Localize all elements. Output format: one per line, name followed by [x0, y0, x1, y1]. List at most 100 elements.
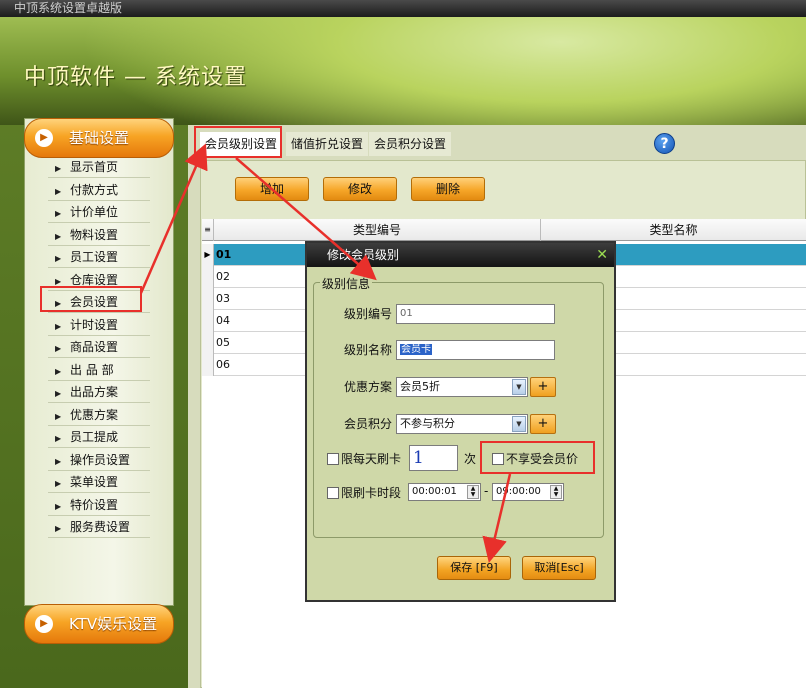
discount-label: 优惠方案 [344, 380, 393, 394]
daily-limit-checkbox[interactable] [327, 453, 339, 465]
sidebar-item[interactable]: ▶ 员工设置 [48, 248, 150, 268]
chevron-right-icon: ▶ [55, 434, 62, 443]
sidebar-item[interactable]: ▶ 计价单位 [48, 203, 150, 223]
row-code: 02 [216, 270, 230, 283]
chevron-right-icon: ▶ [55, 456, 62, 466]
level-name-field[interactable]: 会员卡 [396, 340, 555, 360]
banner-title: 中顶软件 — 系统设置 [24, 65, 247, 90]
sidebar-item[interactable]: ▶ 特价设置 [48, 496, 150, 516]
sidebar-item[interactable]: ▶ 计时设置 [48, 316, 150, 336]
level-code-field[interactable]: 01 [396, 304, 555, 324]
time-from-field[interactable]: 00:00:01 ▲ ▼ [408, 483, 481, 501]
discount-value: 会员5折 [400, 380, 440, 393]
help-icon[interactable]: ? [654, 133, 675, 154]
sidebar-header-basic-settings[interactable]: ▶ 基础设置 [24, 118, 174, 158]
column-header-code[interactable]: 类型编号 [214, 219, 541, 241]
dialog-title: 修改会员级别 [307, 243, 614, 267]
sidebar-item[interactable]: ▶ 操作员设置 [48, 451, 150, 471]
time-to-field[interactable]: 09:00:00 ▲ ▼ [492, 483, 564, 501]
banner: 中顶软件 — 系统设置 [0, 17, 806, 125]
chevron-down-icon[interactable]: ▼ [512, 416, 526, 432]
sidebar-item-label: 计价单位 [70, 205, 119, 219]
add-points-button[interactable]: + [530, 414, 556, 434]
chevron-right-icon: ▶ [55, 164, 62, 173]
row-code: 01 [216, 248, 232, 261]
sidebar-item-label: 物料设置 [70, 227, 119, 242]
tab-member-points[interactable]: 会员积分设置 [369, 132, 452, 156]
chevron-right-icon: ▶ [55, 186, 62, 196]
chevron-right-icon: ▶ [55, 501, 62, 511]
row-indicator [202, 354, 214, 376]
chevron-right-icon: ▶ [55, 254, 62, 263]
time-to-value: 09:00:00 [496, 486, 541, 497]
time-limit-label: 限刷卡时段 [341, 486, 402, 500]
row-indicator [202, 332, 214, 354]
delete-button[interactable]: 删除 [411, 177, 485, 201]
level-name-value: 会员卡 [400, 344, 432, 355]
highlight-member-settings [40, 286, 142, 312]
sidebar-item[interactable]: ▶ 付款方式 [48, 181, 150, 201]
row-indicator: ▶ [202, 244, 214, 266]
chevron-right-icon: ▶ [55, 231, 62, 241]
sidebar-item-label: 菜单设置 [70, 475, 119, 489]
sidebar-item-label: 出 品 部 [70, 362, 114, 377]
column-header-name[interactable]: 类型名称 [541, 219, 806, 241]
close-icon[interactable]: ✕ [596, 243, 608, 267]
chevron-right-icon: ▶ [55, 389, 62, 398]
sidebar-header-label: 基础设置 [69, 129, 130, 147]
spinner-icon[interactable]: ▲ ▼ [467, 485, 479, 499]
sidebar-item[interactable]: ▶ 出品方案 [48, 383, 150, 403]
level-name-label: 级别名称 [344, 343, 393, 357]
row-indicator-header: ≡ [202, 219, 214, 241]
spinner-icon[interactable]: ▲ ▼ [550, 485, 562, 499]
sidebar-item[interactable]: ▶ 员工提成 [48, 428, 150, 448]
sidebar-item[interactable]: ▶ 显示首页 [48, 158, 150, 178]
level-code-label: 级别编号 [344, 307, 393, 321]
sidebar-item-label: 付款方式 [70, 182, 119, 197]
grid-header: ≡ 类型编号 类型名称 [202, 219, 806, 241]
time-from-value: 00:00:01 [412, 486, 457, 497]
sidebar-item-label: 出品方案 [70, 385, 119, 399]
save-button[interactable]: 保存 [F9] [437, 556, 511, 580]
row-indicator [202, 266, 214, 288]
sidebar-header-ktv-settings[interactable]: ▶ KTV娱乐设置 [24, 604, 174, 644]
sidebar-item[interactable]: ▶ 菜单设置 [48, 473, 150, 493]
row-code: 05 [216, 336, 230, 349]
chevron-right-icon: ▶ [55, 209, 62, 218]
chevron-right-icon: ▶ [55, 479, 62, 488]
chevron-right-icon: ▶ [55, 321, 62, 331]
sidebar-item[interactable]: ▶ 服务费设置 [48, 518, 150, 538]
sidebar-item[interactable]: ▶ 物料设置 [48, 226, 150, 246]
sidebar-item-label: 员工设置 [70, 250, 119, 264]
daily-limit-label: 限每天刷卡 [341, 452, 402, 466]
tab-stored-value-discount[interactable]: 储值折兑设置 [286, 132, 369, 156]
sidebar-item-label: 特价设置 [70, 497, 119, 512]
discount-select[interactable]: 会员5折 ▼ [396, 377, 528, 397]
time-limit-checkbox[interactable] [327, 487, 339, 499]
highlight-no-member-price [480, 441, 595, 474]
group-label: 级别信息 [320, 275, 373, 292]
sidebar-item[interactable]: ▶ 优惠方案 [48, 406, 150, 426]
sidebar-item[interactable]: ▶ 出 品 部 [48, 361, 150, 381]
edit-button[interactable]: 修改 [323, 177, 397, 201]
points-select[interactable]: 不参与积分 ▼ [396, 414, 528, 434]
row-code: 03 [216, 292, 230, 305]
chevron-down-icon[interactable]: ▼ [512, 379, 526, 395]
sidebar-item-label: 商品设置 [70, 340, 119, 354]
chevron-right-icon: ▶ [55, 344, 62, 353]
daily-limit-unit: 次 [464, 452, 477, 466]
chevron-right-icon: ▶ [55, 366, 62, 376]
chevron-right-icon: ▶ [55, 411, 62, 421]
chevron-right-icon: ▶ [55, 524, 62, 533]
points-label: 会员积分 [344, 417, 393, 431]
sidebar-item[interactable]: ▶ 商品设置 [48, 338, 150, 358]
highlight-member-level-tab [194, 126, 282, 158]
daily-limit-field[interactable]: 1 [409, 445, 458, 471]
add-button[interactable]: 增加 [235, 177, 309, 201]
cancel-button[interactable]: 取消[Esc] [522, 556, 596, 580]
add-discount-button[interactable]: + [530, 377, 556, 397]
sidebar-footer-label: KTV娱乐设置 [69, 615, 158, 633]
sidebar-item-label: 服务费设置 [70, 520, 131, 534]
sidebar-item-label: 优惠方案 [70, 407, 119, 422]
play-icon: ▶ [35, 615, 53, 633]
